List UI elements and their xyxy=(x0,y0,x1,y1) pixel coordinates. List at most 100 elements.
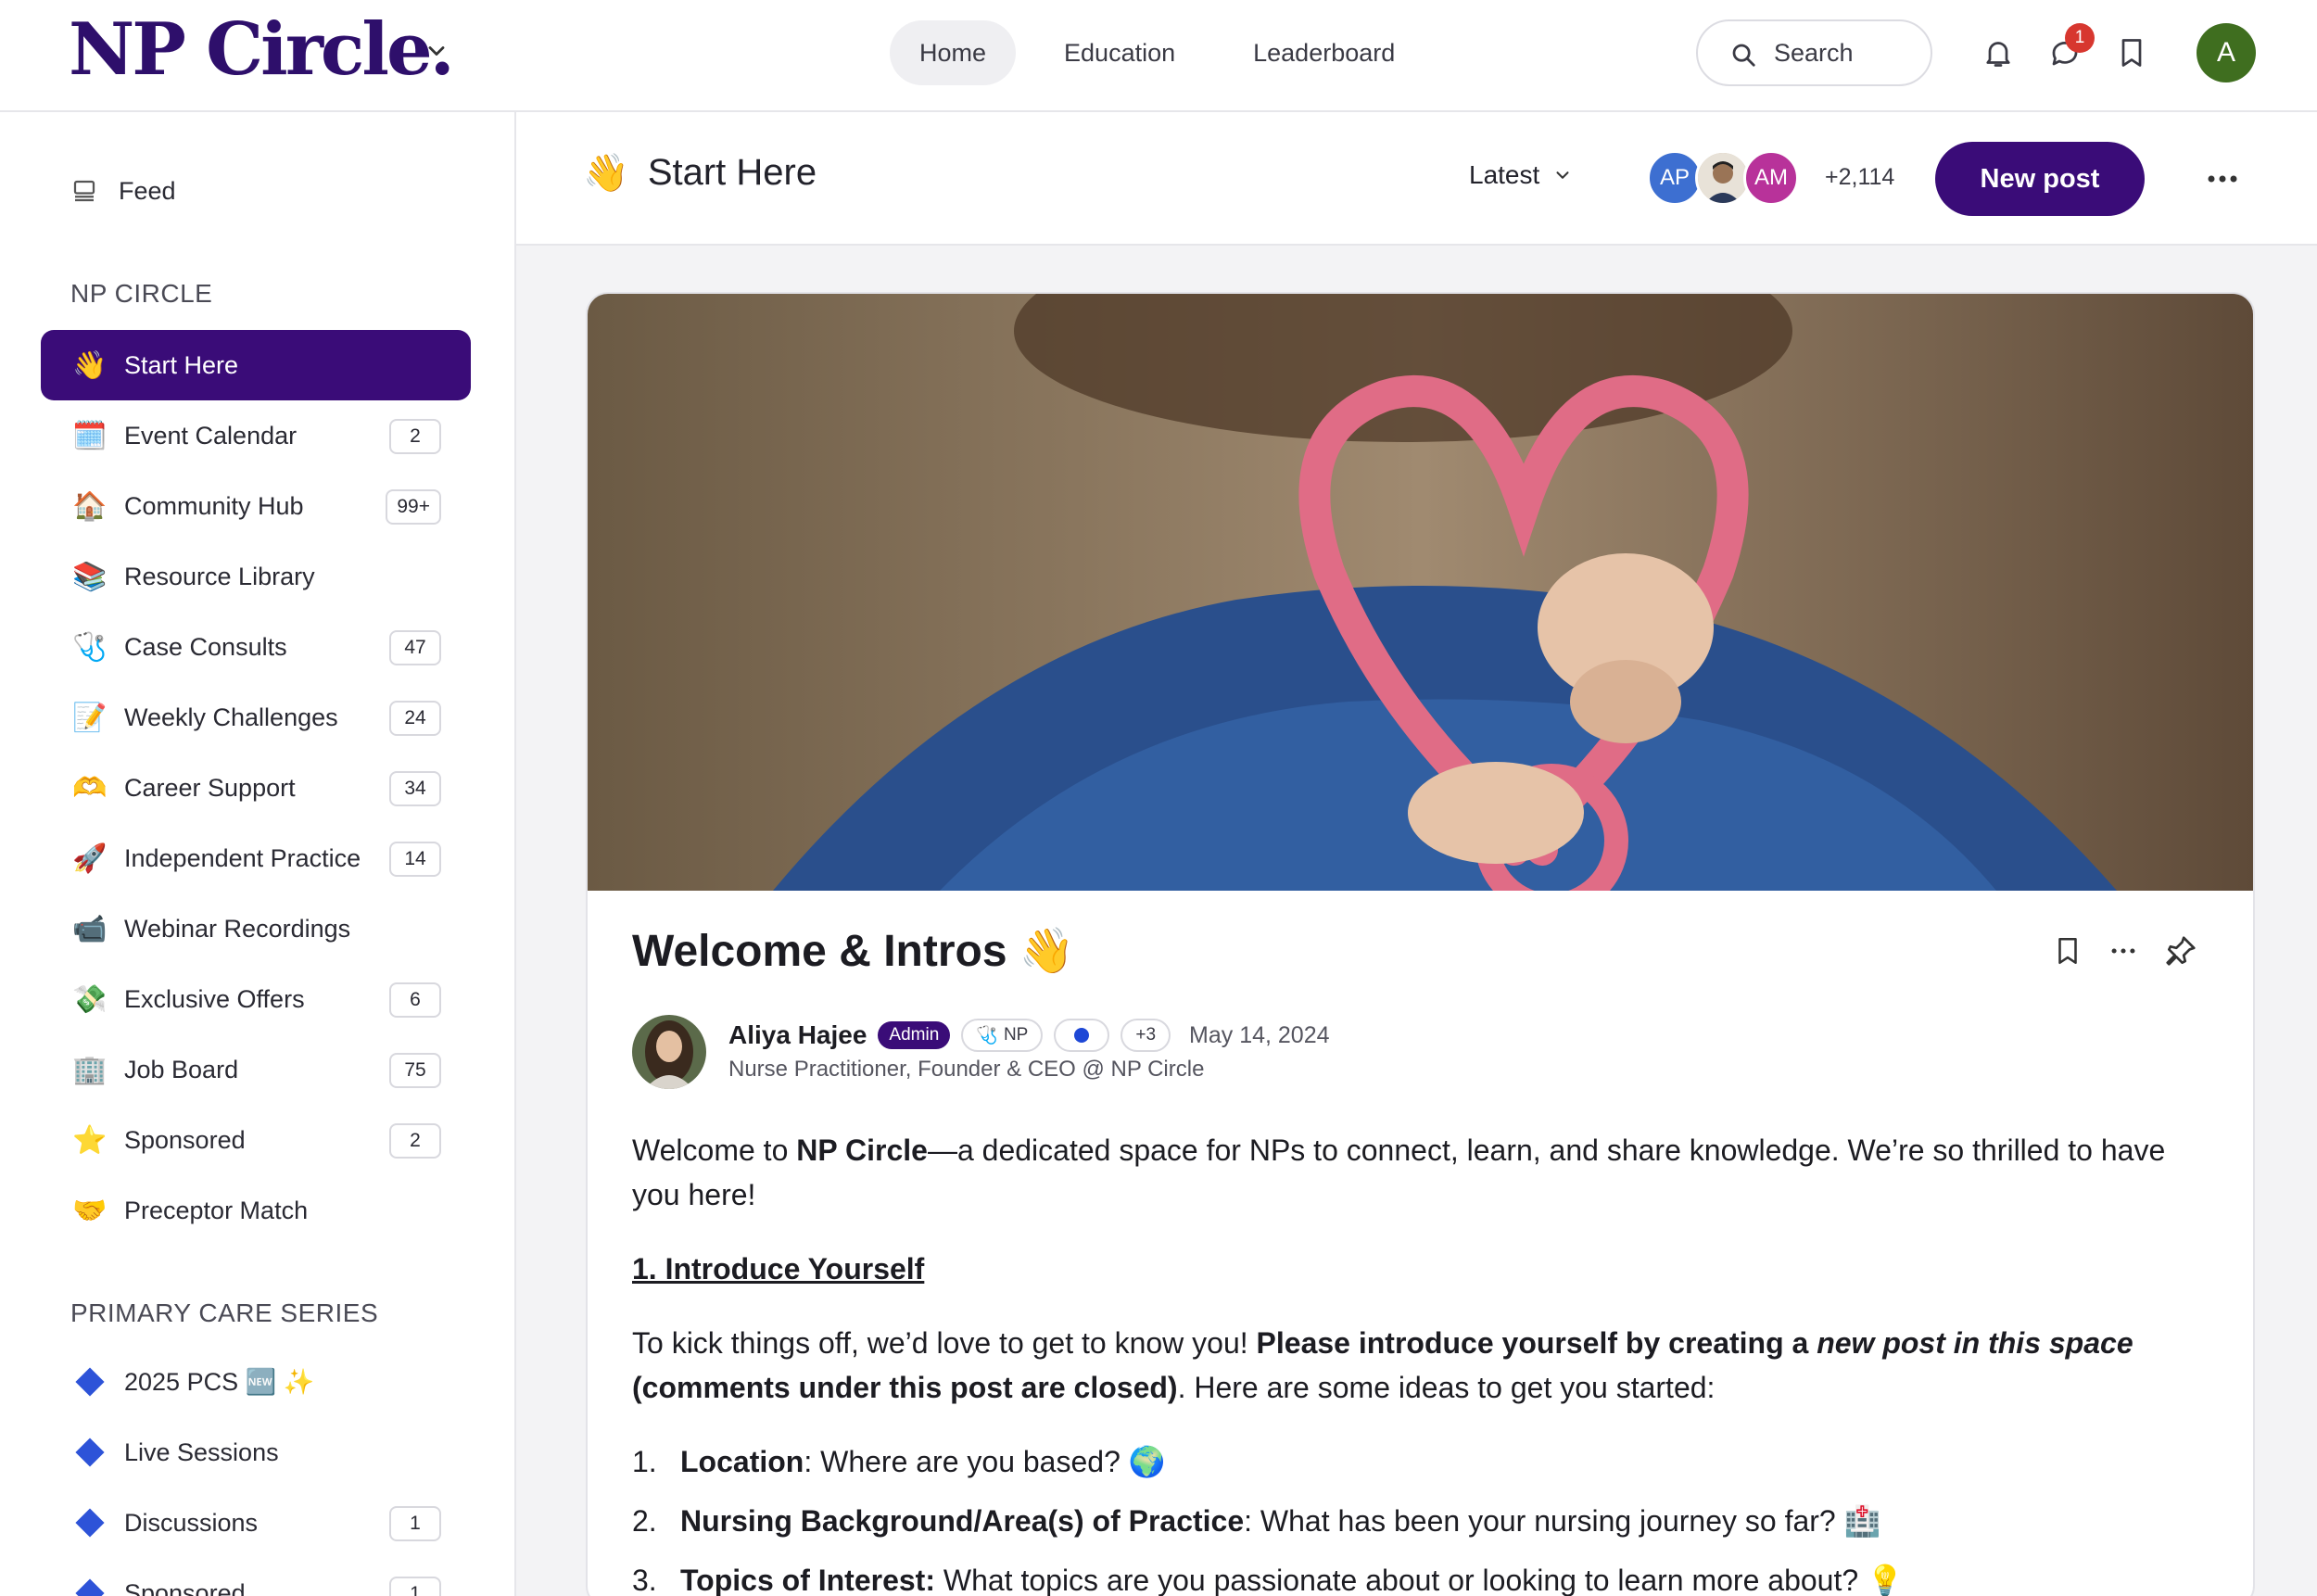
more-options-icon[interactable] xyxy=(2108,933,2139,969)
diamond-icon xyxy=(75,1438,105,1467)
sidebar-item-preceptor-match[interactable]: 🤝 Preceptor Match xyxy=(41,1175,471,1246)
community-name: NP Circle xyxy=(796,1134,928,1167)
sidebar-item-career-support[interactable]: 🫶 Career Support 34 xyxy=(41,753,471,823)
sidebar-item-job-board[interactable]: 🏢 Job Board 75 xyxy=(41,1034,471,1105)
heart-hands-icon: 🫶 xyxy=(72,772,108,804)
sidebar-item-label: Resource Library xyxy=(124,562,315,590)
np-circle-spaces: 👋 Start Here 🗓️ Event Calendar 2 🏠 Community… xyxy=(41,330,471,1246)
unread-count: 14 xyxy=(389,842,441,877)
unread-count: 75 xyxy=(389,1053,441,1088)
pin-icon[interactable] xyxy=(2163,933,2198,969)
search-button[interactable]: Search xyxy=(1696,19,1932,86)
kickoff-paragraph: To kick things off, we’d love to get to … xyxy=(632,1326,2133,1404)
new-post-button[interactable]: New post xyxy=(1935,142,2145,216)
sidebar-item-resource-library[interactable]: 📚 Resource Library xyxy=(41,541,471,612)
unread-count: 2 xyxy=(389,1123,441,1159)
sidebar-item-label: 2025 PCS 🆕 ✨ xyxy=(124,1368,315,1396)
member-count[interactable]: +2,114 xyxy=(1825,164,1894,191)
sidebar-item-event-calendar[interactable]: 🗓️ Event Calendar 2 xyxy=(41,400,471,471)
books-icon: 📚 xyxy=(72,561,108,592)
bookmark-icon[interactable] xyxy=(2052,933,2083,969)
primary-care-spaces: 2025 PCS 🆕 ✨ Live Sessions Discussions 1 … xyxy=(41,1347,471,1596)
message-count-badge: 1 xyxy=(2065,23,2095,53)
space-title: 👋 Start Here xyxy=(583,151,817,195)
sidebar-item-weekly-challenges[interactable]: 📝 Weekly Challenges 24 xyxy=(41,682,471,753)
diamond-icon xyxy=(75,1367,105,1397)
post-card: Welcome & Intros 👋 Aliya Hajee Admin 🩺 NP… xyxy=(586,292,2255,1596)
unread-count: 6 xyxy=(389,982,441,1018)
wave-icon: 👋 xyxy=(72,349,108,381)
list-item: 3. Topics of Interest: What topics are yo… xyxy=(632,1564,1904,1596)
author-name[interactable]: Aliya Hajee xyxy=(728,1020,867,1050)
video-camera-icon: 📹 xyxy=(72,913,108,944)
diamond-icon xyxy=(75,1578,105,1596)
chevron-down-icon[interactable] xyxy=(424,38,449,64)
space-header: 👋 Start Here Latest AP AM +2,114 New pos… xyxy=(516,112,2317,246)
sidebar-item-label: Case Consults xyxy=(124,632,287,661)
intro-paragraph: Welcome to NP Circle—a dedicated space f… xyxy=(632,1134,2166,1211)
sidebar-item-feed[interactable]: Feed xyxy=(70,168,176,214)
sidebar-item-label: Start Here xyxy=(124,350,239,379)
sidebar-item-exclusive-offers[interactable]: 💸 Exclusive Offers 6 xyxy=(41,964,471,1034)
search-label: Search xyxy=(1774,39,1854,67)
sidebar-item-series-sponsored[interactable]: Sponsored 1 xyxy=(41,1558,471,1596)
sidebar-item-webinar-recordings[interactable]: 📹 Webinar Recordings xyxy=(41,893,471,964)
nav-education[interactable]: Education xyxy=(1034,20,1205,85)
sidebar-item-label: Preceptor Match xyxy=(124,1196,309,1224)
member-avatar-photo xyxy=(1695,150,1751,206)
star-icon: ⭐ xyxy=(72,1124,108,1156)
author-subtitle: Nurse Practitioner, Founder & CEO @ NP C… xyxy=(728,1057,1205,1082)
nav-home[interactable]: Home xyxy=(890,20,1017,85)
diamond-icon xyxy=(75,1508,105,1538)
sidebar-item-label: Job Board xyxy=(124,1055,239,1083)
sidebar-item-2025-pcs[interactable]: 2025 PCS 🆕 ✨ xyxy=(41,1347,471,1417)
money-icon: 💸 xyxy=(72,983,108,1015)
post-body: Welcome to NP Circle—a dedicated space f… xyxy=(632,1128,2217,1596)
community-logo[interactable]: NP Circle. xyxy=(69,7,455,92)
unread-count: 1 xyxy=(389,1506,441,1541)
feed-icon xyxy=(73,180,95,202)
post-actions xyxy=(2052,933,2198,969)
main-nav: Home Education Leaderboard xyxy=(890,20,1424,85)
stethoscope-icon: 🩺 xyxy=(72,631,108,663)
sort-label: Latest xyxy=(1469,160,1540,189)
sidebar-item-sponsored[interactable]: ⭐ Sponsored 2 xyxy=(41,1105,471,1175)
bookmark-icon[interactable] xyxy=(2115,35,2148,70)
unread-count: 2 xyxy=(389,419,441,454)
wave-icon: 👋 xyxy=(583,153,629,194)
sidebar-item-label: Independent Practice xyxy=(124,843,361,872)
sidebar-item-independent-practice[interactable]: 🚀 Independent Practice 14 xyxy=(41,823,471,893)
more-badges[interactable]: +3 xyxy=(1121,1019,1171,1052)
author-avatar[interactable] xyxy=(632,1015,706,1089)
sidebar-item-discussions[interactable]: Discussions 1 xyxy=(41,1488,471,1558)
sidebar: Feed NP CIRCLE 👋 Start Here 🗓️ Event Calen… xyxy=(0,112,516,1596)
sidebar-item-start-here[interactable]: 👋 Start Here xyxy=(41,330,471,400)
more-options-icon[interactable] xyxy=(2206,173,2239,184)
intro-ideas-list: 1. Location: Where are you based? 🌍 2. Nur… xyxy=(632,1439,2217,1596)
list-item: 2. Nursing Background/Area(s) of Practice… xyxy=(632,1504,1881,1538)
sidebar-item-label: Sponsored xyxy=(124,1578,246,1596)
sidebar-item-live-sessions[interactable]: Live Sessions xyxy=(41,1417,471,1488)
sidebar-item-community-hub[interactable]: 🏠 Community Hub 99+ xyxy=(41,471,471,541)
sidebar-item-label: Sponsored xyxy=(124,1125,246,1154)
sort-dropdown[interactable]: Latest xyxy=(1469,160,1573,190)
bell-icon[interactable] xyxy=(1981,35,2015,70)
space-title-text: Start Here xyxy=(647,152,817,193)
sidebar-item-case-consults[interactable]: 🩺 Case Consults 47 xyxy=(41,612,471,682)
post-date: May 14, 2024 xyxy=(1189,1021,1330,1048)
np-badge-label: NP xyxy=(1003,1025,1029,1045)
nav-leaderboard[interactable]: Leaderboard xyxy=(1223,20,1424,85)
chevron-down-icon xyxy=(1556,171,1569,179)
list-item: 1. Location: Where are you based? 🌍 xyxy=(632,1445,1166,1478)
rocket-icon: 🚀 xyxy=(72,842,108,874)
sidebar-item-label: Live Sessions xyxy=(124,1438,279,1466)
sidebar-item-label: Exclusive Offers xyxy=(124,984,305,1013)
np-badge: 🩺 NP xyxy=(961,1019,1044,1052)
calendar-icon: 🗓️ xyxy=(72,420,108,451)
office-building-icon: 🏢 xyxy=(72,1054,108,1085)
sidebar-item-label: Career Support xyxy=(124,773,296,802)
user-avatar[interactable]: A xyxy=(2197,23,2256,82)
status-badge xyxy=(1054,1019,1110,1052)
member-avatar: AM xyxy=(1743,150,1799,206)
member-avatars[interactable]: AP AM xyxy=(1647,150,1799,206)
